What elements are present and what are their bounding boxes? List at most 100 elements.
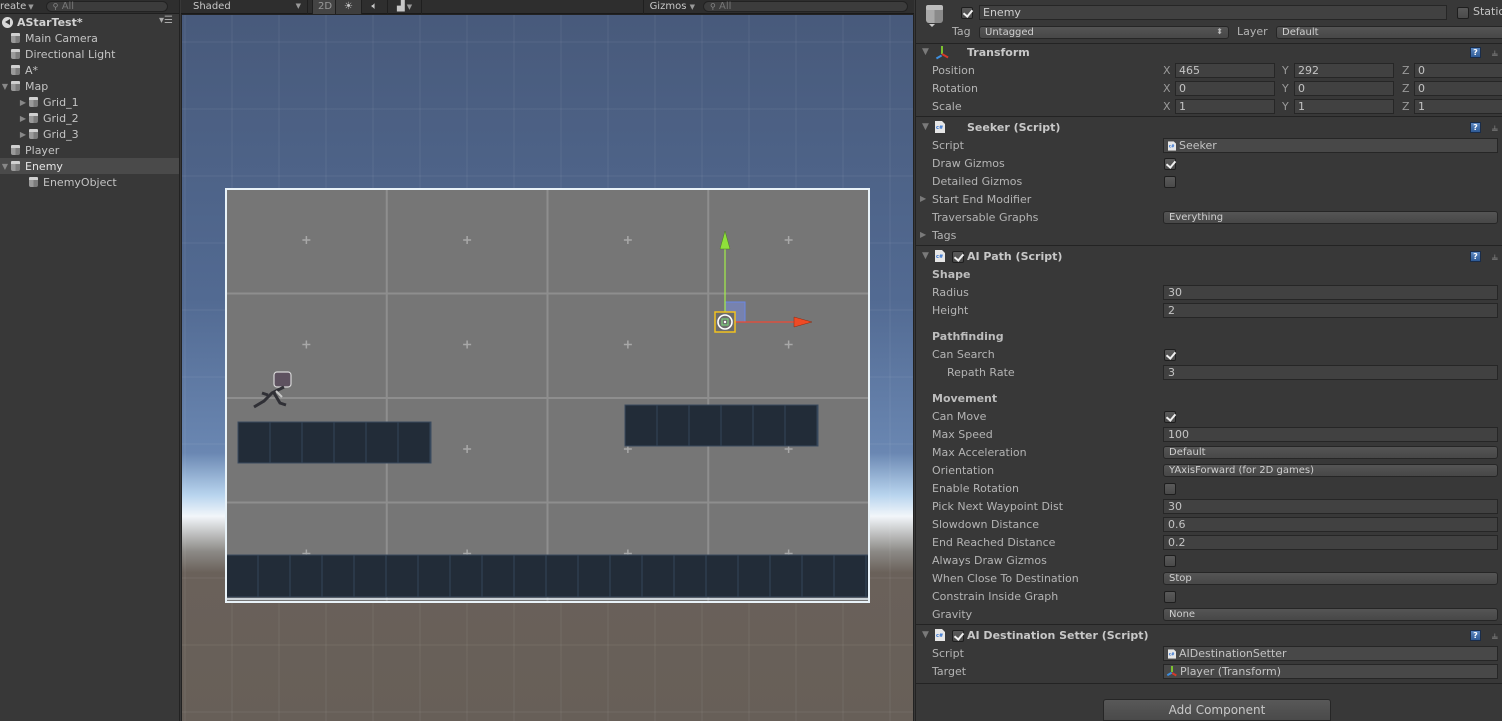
settings-icon[interactable]: ⫨ xyxy=(1492,121,1498,135)
settings-icon[interactable]: ⫨ xyxy=(1492,629,1498,643)
hierarchy-item[interactable]: ▶ Grid_1 xyxy=(0,94,179,110)
script-object-field[interactable]: AIDestinationSetter xyxy=(1163,646,1498,661)
layer-dropdown[interactable]: Default xyxy=(1276,26,1502,39)
foldout-arrow-icon[interactable]: ▼ xyxy=(922,630,929,640)
foldout-collapsed-icon[interactable]: ▶ xyxy=(18,114,28,123)
hierarchy-item[interactable]: ▼ Map xyxy=(0,78,179,94)
pick-next-waypoint-dist-label[interactable]: Pick Next Waypoint Dist xyxy=(932,500,1063,513)
max-speed-field[interactable]: 100 xyxy=(1163,427,1498,442)
hierarchy-search-input[interactable]: ⚲ All xyxy=(45,1,168,12)
scale-x-field[interactable]: 1 xyxy=(1175,99,1275,114)
hierarchy-item[interactable]: Directional Light xyxy=(0,46,179,62)
hierarchy-item[interactable]: A* xyxy=(0,62,179,78)
object-name-field[interactable]: Enemy xyxy=(979,5,1447,20)
hierarchy-item[interactable]: Player xyxy=(0,142,179,158)
height-field[interactable]: 2 xyxy=(1163,303,1498,318)
constrain-inside-graph-checkbox[interactable] xyxy=(1164,591,1176,603)
create-dropdown[interactable]: reate ▼ xyxy=(0,1,38,12)
foldout-arrow-icon[interactable]: ▼ xyxy=(922,251,929,261)
foldout-expanded-icon[interactable]: ▼ xyxy=(0,82,10,91)
repath-rate-label[interactable]: Repath Rate xyxy=(947,366,1015,379)
slowdown-distance-label[interactable]: Slowdown Distance xyxy=(932,518,1039,531)
ai-destination-setter-enabled-checkbox[interactable] xyxy=(952,630,964,642)
can-search-checkbox[interactable] xyxy=(1164,349,1176,361)
gameobject-icon[interactable] xyxy=(925,5,945,27)
start-end-modifier-row[interactable]: ▶ Start End Modifier xyxy=(916,191,1502,209)
position-x-field[interactable]: 465 xyxy=(1175,63,1275,78)
foldout-collapsed-icon[interactable]: ▶ xyxy=(18,130,28,139)
seeker-header[interactable]: ▼ Seeker (Script) ? ⫨ xyxy=(916,119,1502,137)
target-object-field[interactable]: Player (Transform) xyxy=(1163,664,1498,679)
position-y-field[interactable]: 292 xyxy=(1294,63,1394,78)
2d-toggle-button[interactable]: 2D xyxy=(312,0,336,14)
foldout-arrow-icon[interactable]: ▼ xyxy=(922,122,929,132)
ai-path-header[interactable]: ▼ AI Path (Script) ? ⫨ xyxy=(916,248,1502,266)
draw-mode-dropdown[interactable]: Shaded ▼ xyxy=(181,0,308,14)
detailed-gizmos-checkbox[interactable] xyxy=(1164,176,1176,188)
radius-label[interactable]: Radius xyxy=(932,286,969,299)
max-acceleration-dropdown[interactable]: Default xyxy=(1163,446,1498,459)
add-component-button[interactable]: Add Component xyxy=(1103,699,1331,721)
orientation-dropdown[interactable]: YAxisForward (for 2D games) xyxy=(1163,464,1498,477)
static-checkbox[interactable] xyxy=(1457,7,1469,19)
ai-path-enabled-checkbox[interactable] xyxy=(952,251,964,263)
scene-search-input[interactable]: ⚲ All xyxy=(703,1,908,12)
foldout-arrow-icon[interactable]: ▶ xyxy=(920,230,926,239)
rotation-label[interactable]: Rotation xyxy=(932,82,978,95)
help-icon[interactable]: ? xyxy=(1470,47,1481,58)
scene-viewport[interactable] xyxy=(182,15,913,721)
lighting-toggle-button[interactable]: ☀ xyxy=(336,0,362,14)
foldout-arrow-icon[interactable]: ▶ xyxy=(920,194,926,203)
slowdown-distance-field[interactable]: 0.6 xyxy=(1163,517,1498,532)
help-icon[interactable]: ? xyxy=(1470,251,1481,262)
script-object-field[interactable]: Seeker xyxy=(1163,138,1498,153)
draw-gizmos-checkbox[interactable] xyxy=(1164,158,1176,170)
help-icon[interactable]: ? xyxy=(1470,122,1481,133)
when-close-dropdown[interactable]: Stop xyxy=(1163,572,1498,585)
hierarchy-item[interactable]: Main Camera xyxy=(0,30,179,46)
can-move-checkbox[interactable] xyxy=(1164,411,1176,423)
settings-icon[interactable]: ⫨ xyxy=(1492,46,1498,60)
effects-dropdown[interactable]: ▟ ▼ xyxy=(388,0,422,14)
gravity-dropdown[interactable]: None xyxy=(1163,608,1498,621)
pick-next-waypoint-dist-field[interactable]: 30 xyxy=(1163,499,1498,514)
foldout-arrow-icon[interactable]: ▼ xyxy=(922,47,929,57)
scene-header[interactable]: AStarTest* ▾☰ xyxy=(0,14,179,30)
rotation-y-field[interactable]: 0 xyxy=(1294,81,1394,96)
height-label[interactable]: Height xyxy=(932,304,968,317)
end-reached-distance-field[interactable]: 0.2 xyxy=(1163,535,1498,550)
hierarchy-item[interactable]: ▶ Grid_3 xyxy=(0,126,179,142)
tags-row[interactable]: ▶ Tags xyxy=(916,227,1502,245)
max-speed-label[interactable]: Max Speed xyxy=(932,428,993,441)
foldout-expanded-icon[interactable]: ▼ xyxy=(0,162,10,171)
rotation-z-field[interactable]: 0 xyxy=(1414,81,1502,96)
end-reached-distance-label[interactable]: End Reached Distance xyxy=(932,536,1055,549)
traversable-graphs-dropdown[interactable]: Everything xyxy=(1163,211,1498,224)
active-checkbox[interactable] xyxy=(961,7,973,19)
enable-rotation-checkbox[interactable] xyxy=(1164,483,1176,495)
gizmos-dropdown[interactable]: Gizmos ▼ xyxy=(642,0,703,14)
settings-icon[interactable]: ⫨ xyxy=(1492,250,1498,264)
hierarchy-item[interactable]: EnemyObject xyxy=(0,174,179,190)
tags-label[interactable]: ▶ Tags xyxy=(920,229,956,242)
scale-label[interactable]: Scale xyxy=(932,100,962,113)
radius-field[interactable]: 30 xyxy=(1163,285,1498,300)
scene-canvas[interactable] xyxy=(182,15,913,721)
help-icon[interactable]: ? xyxy=(1470,630,1481,641)
scene-menu-icon[interactable]: ▾☰ xyxy=(159,15,173,26)
always-draw-gizmos-checkbox[interactable] xyxy=(1164,555,1176,567)
foldout-collapsed-icon[interactable]: ▶ xyxy=(18,98,28,107)
start-end-modifier-label[interactable]: ▶ Start End Modifier xyxy=(920,193,1031,206)
hierarchy-item[interactable]: ▼ Enemy xyxy=(0,158,179,174)
tag-dropdown[interactable]: Untagged ⬍ xyxy=(979,26,1229,39)
scale-z-field[interactable]: 1 xyxy=(1414,99,1502,114)
scale-y-field[interactable]: 1 xyxy=(1294,99,1394,114)
position-label[interactable]: Position xyxy=(932,64,975,77)
hierarchy-item[interactable]: ▶ Grid_2 xyxy=(0,110,179,126)
ai-destination-setter-header[interactable]: ▼ AI Destination Setter (Script) ? ⫨ xyxy=(916,627,1502,645)
transform-header[interactable]: ▼ Transform ? ⫨ xyxy=(916,44,1502,62)
rotation-x-field[interactable]: 0 xyxy=(1175,81,1275,96)
position-z-field[interactable]: 0 xyxy=(1414,63,1502,78)
audio-toggle-button[interactable]: 🔈︎ xyxy=(362,0,388,14)
repath-rate-field[interactable]: 3 xyxy=(1163,365,1498,380)
